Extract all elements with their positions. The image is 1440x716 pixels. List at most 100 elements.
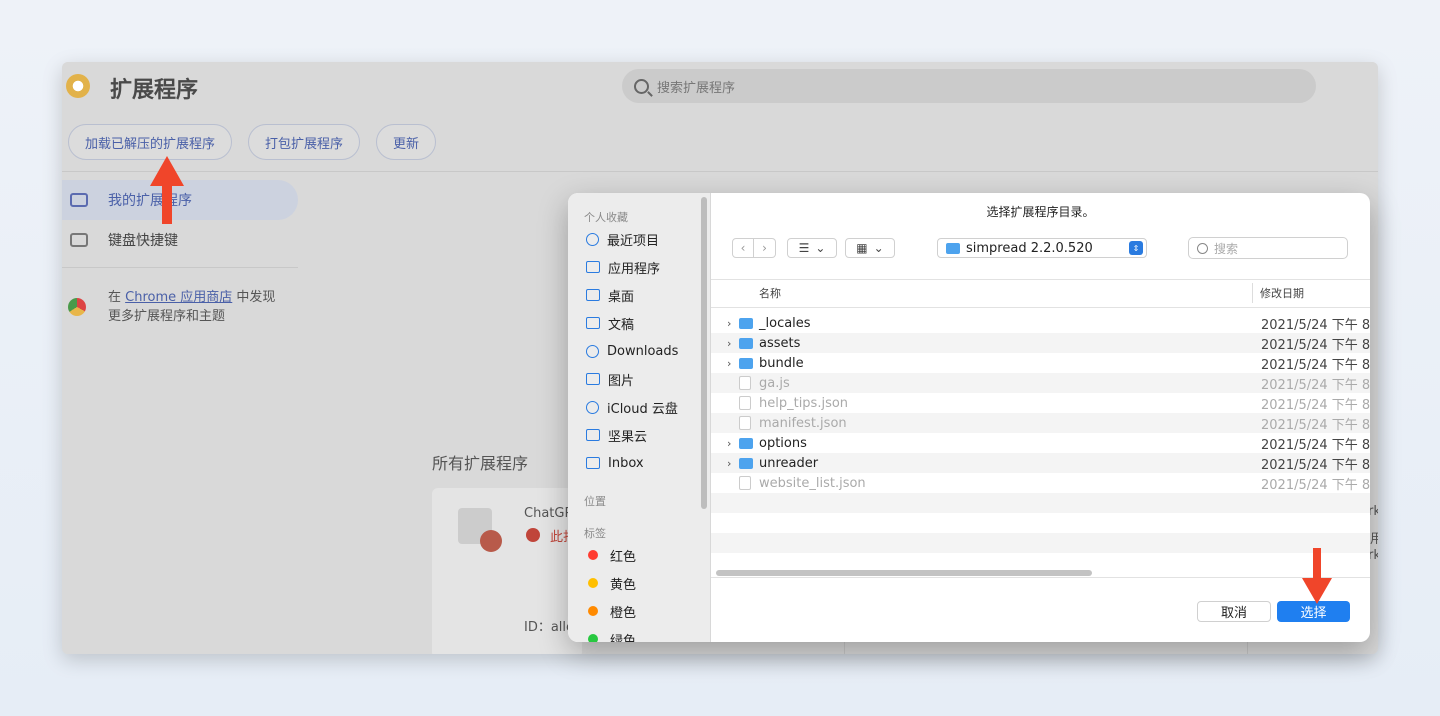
clock-icon xyxy=(586,232,599,246)
chevron-right-icon[interactable]: › xyxy=(727,437,731,450)
list-view-button[interactable]: ☰ ⌄ xyxy=(787,238,837,258)
file-row[interactable]: › unreader 2021/5/24 下午 8:0 xyxy=(711,453,1370,473)
column-separator xyxy=(1252,283,1253,303)
extension-name: ChatGP xyxy=(524,506,573,521)
tags-section-label: 标签 xyxy=(584,527,606,540)
puzzle-icon xyxy=(70,193,88,207)
extension-badge-icon xyxy=(480,530,502,552)
chrome-store-icon xyxy=(68,298,86,316)
grid-view-button[interactable]: ▦ ⌄ xyxy=(845,238,895,258)
back-button[interactable]: ‹ xyxy=(732,238,754,258)
chevron-down-icon: ⌄ xyxy=(873,241,884,255)
pack-extension-button[interactable]: 打包扩展程序 xyxy=(248,124,361,160)
annotation-arrow-up-icon xyxy=(150,156,184,224)
file-row[interactable]: › assets 2021/5/24 下午 8:0 xyxy=(711,333,1370,353)
dialog-footer-divider xyxy=(711,577,1370,578)
file-date: 2021/5/24 下午 8:0 xyxy=(1261,417,1370,433)
search-icon xyxy=(1197,242,1208,254)
sidebar-item-desktop[interactable]: 桌面 xyxy=(586,284,634,306)
desktop-icon xyxy=(586,289,600,301)
tag-dot-icon xyxy=(588,578,598,588)
annotation-arrow-down-icon xyxy=(1302,548,1332,604)
extension-card-edge xyxy=(1247,640,1378,654)
file-name: website_list.json xyxy=(759,475,866,491)
list-icon: ☰ xyxy=(798,241,810,255)
file-icon xyxy=(739,416,751,430)
all-extensions-heading: 所有扩展程序 xyxy=(432,454,529,473)
sidebar-scrollbar[interactable] xyxy=(701,197,707,509)
tag-dot-icon xyxy=(588,606,598,616)
file-date: 2021/5/24 下午 8:0 xyxy=(1261,377,1370,393)
choose-button[interactable]: 选择 xyxy=(1277,601,1350,622)
sidebar-item-inbox[interactable]: Inbox xyxy=(586,452,644,474)
photo-icon xyxy=(586,373,600,385)
sidebar-item-pictures[interactable]: 图片 xyxy=(586,368,634,390)
chevron-updown-icon: ⇕ xyxy=(1129,241,1143,255)
card-text-fragment: 用 xyxy=(1370,532,1378,547)
file-name: help_tips.json xyxy=(759,395,849,411)
sidebar-tag-yellow[interactable]: 黄色 xyxy=(588,572,636,594)
horizontal-scrollbar[interactable] xyxy=(716,570,1092,576)
file-name: unreader xyxy=(759,455,819,471)
chevron-right-icon[interactable]: › xyxy=(727,317,731,330)
load-unpacked-button[interactable]: 加载已解压的扩展程序 xyxy=(68,124,233,160)
chevron-down-icon: ⌄ xyxy=(815,241,826,255)
file-date: 2021/5/24 下午 8:0 xyxy=(1261,437,1370,453)
location-label: simpread 2.2.0.520 xyxy=(966,240,1093,256)
extensions-search-input[interactable]: 搜索扩展程序 xyxy=(622,69,1316,103)
file-row[interactable]: › options 2021/5/24 下午 8:0 xyxy=(711,433,1370,453)
file-name: options xyxy=(759,435,807,451)
warning-icon xyxy=(526,528,540,542)
location-popup[interactable]: simpread 2.2.0.520 ⇕ xyxy=(937,238,1147,258)
file-row: website_list.json 2021/5/24 下午 8:0 xyxy=(711,473,1370,493)
extension-id: ID：allc xyxy=(524,620,574,635)
favorites-section-label: 个人收藏 xyxy=(584,211,628,224)
dialog-title: 选择扩展程序目录。 xyxy=(986,205,1095,219)
folder-icon xyxy=(739,317,753,329)
tag-dot-icon xyxy=(588,634,598,642)
sidebar-item-applications[interactable]: 应用程序 xyxy=(586,256,660,278)
extension-card: ChatGP 此打 ID：allc xyxy=(432,488,582,654)
download-icon xyxy=(586,344,599,358)
chrome-store-link[interactable]: Chrome 应用商店 xyxy=(125,290,232,305)
folder-icon xyxy=(739,337,753,349)
update-button[interactable]: 更新 xyxy=(376,124,437,160)
sidebar-tag-red[interactable]: 红色 xyxy=(588,544,636,566)
locations-section-label: 位置 xyxy=(584,495,606,508)
folder-icon xyxy=(739,457,753,469)
sidebar-tag-orange[interactable]: 橙色 xyxy=(588,600,636,622)
chevron-right-icon[interactable]: › xyxy=(727,357,731,370)
column-header-name[interactable]: 名称 xyxy=(759,279,781,307)
store-promo: 在 Chrome 应用商店 中发现 更多扩展程序和主题 xyxy=(108,290,276,324)
select-directory-dialog: 个人收藏 最近项目 应用程序 桌面 文稿 Downloads 图片 iCloud… xyxy=(568,193,1370,642)
folder-icon xyxy=(739,357,753,369)
file-name: bundle xyxy=(759,355,804,371)
sidebar-item-documents[interactable]: 文稿 xyxy=(586,312,634,334)
file-name: _locales xyxy=(759,315,811,331)
file-row[interactable]: › bundle 2021/5/24 下午 8:0 xyxy=(711,353,1370,373)
file-date: 2021/5/24 下午 8:0 xyxy=(1261,357,1370,373)
sidebar-item-recents[interactable]: 最近项目 xyxy=(586,228,659,250)
forward-button[interactable]: › xyxy=(754,238,776,258)
chevron-right-icon[interactable]: › xyxy=(727,337,731,350)
sidebar-item-icloud[interactable]: iCloud 云盘 xyxy=(586,396,678,418)
sidebar-item-shortcuts[interactable]: 键盘快捷键 xyxy=(62,220,178,260)
file-row: help_tips.json 2021/5/24 下午 8:0 xyxy=(711,393,1370,413)
column-header-date[interactable]: 修改日期 xyxy=(1260,279,1304,307)
file-icon xyxy=(739,396,751,410)
cloud-icon xyxy=(586,400,599,414)
file-date: 2021/5/24 下午 8:0 xyxy=(1261,337,1370,353)
sidebar-item-downloads[interactable]: Downloads xyxy=(586,340,678,362)
sidebar-tag-green[interactable]: 绿色 xyxy=(588,628,636,642)
file-row[interactable]: › _locales 2021/5/24 下午 8:0 xyxy=(711,313,1370,333)
tag-dot-icon xyxy=(588,550,598,560)
dialog-search-input[interactable]: 搜索 xyxy=(1188,237,1348,259)
extension-card-edge xyxy=(844,640,1244,654)
sidebar-item-jianguoyun[interactable]: 坚果云 xyxy=(586,424,647,446)
search-placeholder: 搜索扩展程序 xyxy=(657,80,736,96)
file-name: manifest.json xyxy=(759,415,847,431)
chevron-right-icon[interactable]: › xyxy=(727,457,731,470)
cancel-button[interactable]: 取消 xyxy=(1197,601,1271,622)
chrome-extensions-logo-icon xyxy=(66,74,90,98)
toolbar: 加载已解压的扩展程序 打包扩展程序 更新 xyxy=(68,124,437,160)
